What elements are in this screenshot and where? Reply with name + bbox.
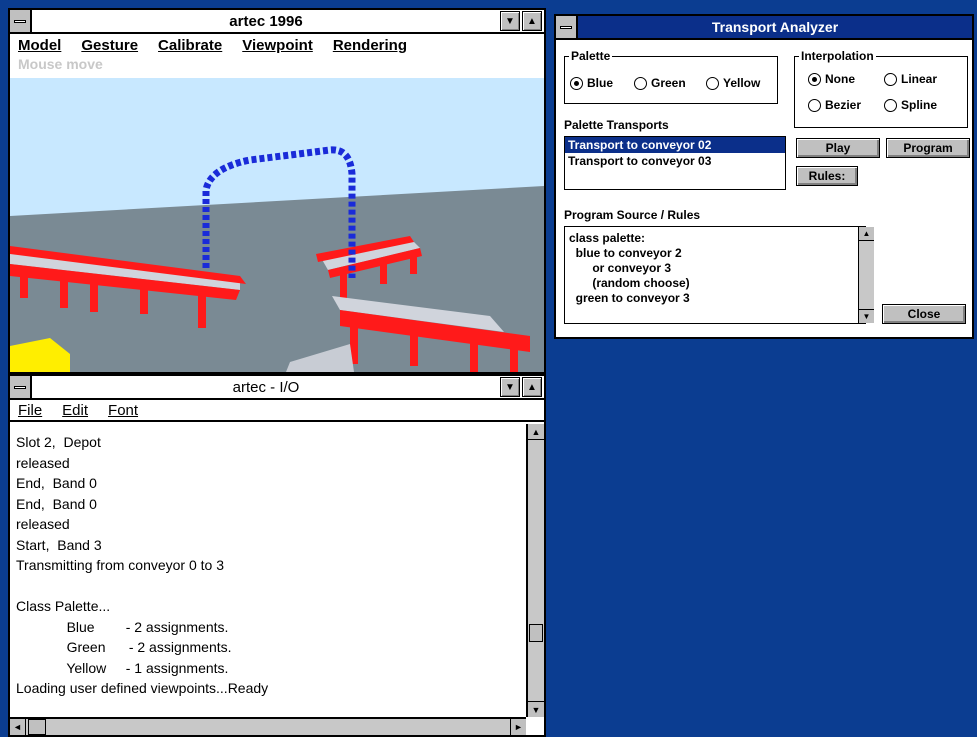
source-line: class palette: xyxy=(569,231,646,245)
menu-model[interactable]: Model xyxy=(18,37,61,54)
scene-window: artec 1996 ▼ ▲ Model Gesture Calibrate V… xyxy=(8,8,546,374)
radio-dot-icon xyxy=(808,98,821,112)
log-line: End, Band 0 xyxy=(16,495,97,512)
scene-menubar: Model Gesture Calibrate Viewpoint Render… xyxy=(10,34,544,56)
scene-window-titlebar[interactable]: artec 1996 ▼ ▲ xyxy=(10,10,544,34)
scene-status: Mouse move xyxy=(18,56,103,72)
interpolation-group: Interpolation xyxy=(794,49,968,128)
io-window-titlebar[interactable]: artec - I/O ▼ ▲ xyxy=(10,376,544,400)
log-line: Yellow - 1 assignments. xyxy=(16,659,229,676)
palette-radio-green[interactable]: Green xyxy=(634,76,686,90)
system-menu-icon[interactable] xyxy=(10,376,32,398)
radio-dot-icon xyxy=(808,72,821,86)
radio-dot-icon xyxy=(884,98,897,112)
radio-dot-icon xyxy=(634,76,647,90)
interp-radio-bezier[interactable]: Bezier xyxy=(808,98,861,112)
interp-option-label: Linear xyxy=(901,72,938,86)
source-line: (random choose) xyxy=(569,276,690,290)
transport-item[interactable]: Transport to conveyor 02 xyxy=(565,137,785,153)
menu-calibrate[interactable]: Calibrate xyxy=(158,37,222,54)
scroll-left-icon[interactable]: ◄ xyxy=(10,719,26,735)
dialog-title: Transport Analyzer xyxy=(711,19,839,35)
log-line: End, Band 0 xyxy=(16,475,97,491)
scroll-down-icon[interactable]: ▼ xyxy=(528,701,544,717)
scroll-up-icon[interactable]: ▲ xyxy=(528,424,544,440)
transports-label: Palette Transports xyxy=(564,118,669,132)
menu-edit[interactable]: Edit xyxy=(62,402,88,419)
palette-option-label: Blue xyxy=(587,76,614,90)
3d-viewport[interactable] xyxy=(10,78,544,372)
scroll-thumb[interactable] xyxy=(28,719,46,735)
scroll-right-icon[interactable]: ► xyxy=(510,719,526,735)
io-log[interactable]: Slot 2, Depot released End, Band 0 End, … xyxy=(10,426,526,714)
source-label: Program Source / Rules xyxy=(564,208,701,222)
scene-window-title: artec 1996 xyxy=(229,12,303,30)
log-line: Green - 2 assignments. xyxy=(16,639,232,655)
interp-option-label: Spline xyxy=(901,98,938,112)
io-vertical-scrollbar[interactable]: ▲ ▼ xyxy=(526,424,544,717)
menu-font[interactable]: Font xyxy=(108,402,138,419)
interp-option-label: None xyxy=(825,72,855,86)
scroll-thumb[interactable] xyxy=(529,624,543,642)
close-button[interactable]: Close xyxy=(882,304,966,324)
program-button[interactable]: Program xyxy=(886,138,970,158)
log-line: Loading user defined viewpoints...Ready xyxy=(16,680,269,696)
palette-option-label: Yellow xyxy=(723,76,761,90)
transport-item[interactable]: Transport to conveyor 03 xyxy=(565,153,785,169)
palette-legend: Palette xyxy=(569,49,613,63)
minimize-icon[interactable]: ▼ xyxy=(500,11,520,31)
source-scrollbar[interactable]: ▲ ▼ xyxy=(858,227,874,323)
maximize-icon[interactable]: ▲ xyxy=(522,11,542,31)
log-line: Class Palette... xyxy=(16,598,111,614)
dialog-titlebar[interactable]: Transport Analyzer xyxy=(556,16,972,40)
palette-radio-yellow[interactable]: Yellow xyxy=(706,76,760,90)
interp-radio-none[interactable]: None xyxy=(808,72,855,86)
rules-button[interactable]: Rules: xyxy=(796,166,858,186)
interp-radio-linear[interactable]: Linear xyxy=(884,72,937,86)
menu-file[interactable]: File xyxy=(18,402,42,419)
log-line: Blue - 2 assignments. xyxy=(16,618,229,635)
transport-analyzer-dialog: Transport Analyzer Palette Blue Green Ye… xyxy=(554,14,974,339)
interpolation-legend: Interpolation xyxy=(799,49,876,63)
menu-gesture[interactable]: Gesture xyxy=(81,37,138,54)
source-line: or conveyor 3 xyxy=(569,261,672,275)
transports-listbox[interactable]: Transport to conveyor 02 Transport to co… xyxy=(564,136,786,190)
interp-radio-spline[interactable]: Spline xyxy=(884,98,937,112)
palette-radio-blue[interactable]: Blue xyxy=(570,76,613,90)
palette-option-label: Green xyxy=(651,76,686,90)
source-line: green to conveyor 3 xyxy=(569,291,690,305)
radio-dot-icon xyxy=(884,72,897,86)
log-line: released xyxy=(16,454,70,471)
log-line: Start, Band 3 xyxy=(16,536,102,553)
maximize-icon[interactable]: ▲ xyxy=(522,377,542,397)
io-menubar: File Edit Font xyxy=(10,400,544,422)
log-line: Slot 2, Depot xyxy=(16,434,101,450)
scroll-down-icon[interactable]: ▼ xyxy=(859,309,874,323)
source-editor[interactable]: class palette: blue to conveyor 2 or con… xyxy=(564,226,866,324)
log-line: Transmitting from conveyor 0 to 3 xyxy=(16,557,225,573)
minimize-icon[interactable]: ▼ xyxy=(500,377,520,397)
radio-dot-icon xyxy=(706,76,719,90)
system-menu-icon[interactable] xyxy=(556,16,578,38)
io-window: artec - I/O ▼ ▲ File Edit Font Slot 2, D… xyxy=(8,374,546,737)
play-button[interactable]: Play xyxy=(796,138,880,158)
menu-rendering[interactable]: Rendering xyxy=(333,37,407,54)
source-line: blue to conveyor 2 xyxy=(569,246,682,260)
system-menu-icon[interactable] xyxy=(10,10,32,32)
io-window-title: artec - I/O xyxy=(232,378,300,396)
menu-viewpoint[interactable]: Viewpoint xyxy=(242,37,313,54)
interp-option-label: Bezier xyxy=(825,98,862,112)
radio-dot-icon xyxy=(570,76,583,90)
log-line: released xyxy=(16,516,70,532)
io-horizontal-scrollbar[interactable]: ◄ ► xyxy=(10,717,526,735)
scroll-up-icon[interactable]: ▲ xyxy=(859,227,874,241)
